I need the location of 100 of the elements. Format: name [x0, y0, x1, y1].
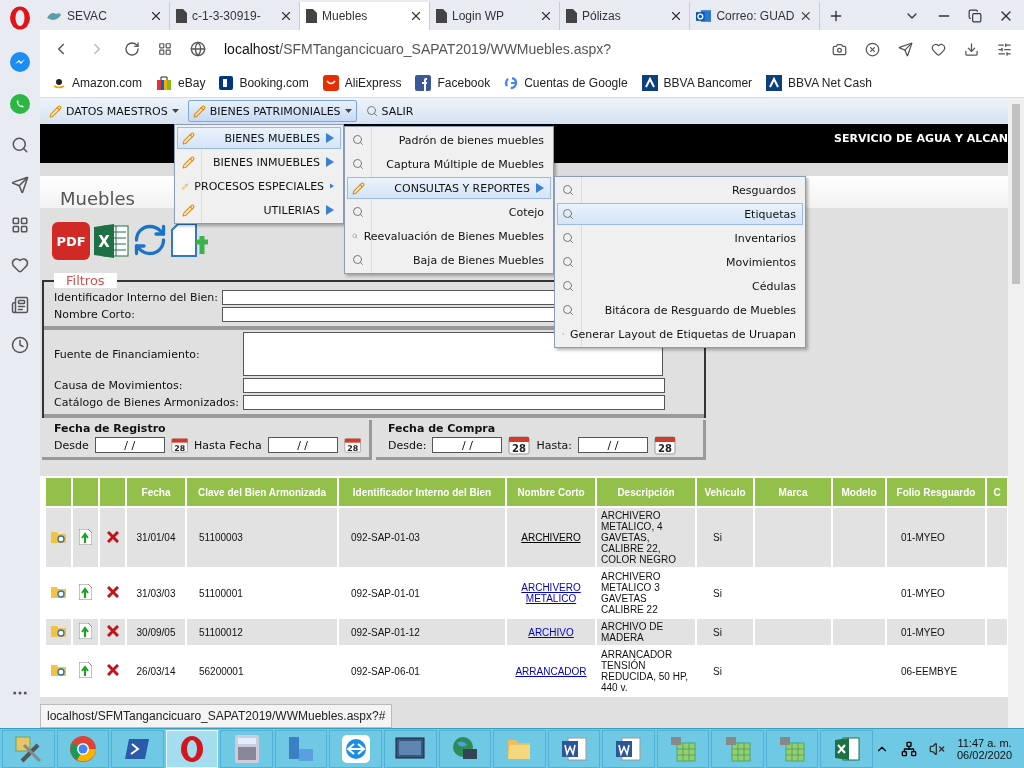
taskbar-button[interactable] [220, 729, 273, 768]
upload-file-icon[interactable] [79, 584, 92, 600]
menu-item[interactable]: Etiquetas [557, 203, 803, 225]
taskbar-button[interactable] [602, 729, 655, 768]
bookmark-link[interactable]: Amazon.com [72, 75, 143, 90]
menu-item[interactable]: UTILERIAS [177, 199, 341, 221]
delete-icon[interactable] [106, 664, 119, 676]
close-icon[interactable] [409, 9, 423, 23]
taskbar-button[interactable] [56, 729, 110, 768]
camera-icon[interactable] [832, 41, 847, 57]
bookmark-link[interactable]: BBVA Bancomer [663, 75, 753, 90]
folder-search-icon[interactable] [50, 585, 67, 599]
chat-bubble-icon[interactable] [10, 52, 30, 72]
bookmark-link[interactable]: Facebook [437, 75, 491, 90]
field-label: Desde [54, 438, 89, 452]
browser-tab[interactable]: Muebles [300, 2, 430, 30]
menu-item[interactable]: Resguardos [557, 179, 803, 201]
menu-item[interactable]: PROCESOS ESPECIALES [177, 175, 341, 197]
menu-item[interactable]: BIENES PATRIMONIALES [187, 100, 357, 122]
close-icon[interactable] [669, 9, 683, 23]
date-field[interactable]: / / [577, 437, 648, 453]
clock-icon[interactable] [11, 336, 29, 354]
item-link[interactable]: ARCHIVERO [511, 532, 591, 543]
clock[interactable]: 11:47 a. m. 06/02/2020 [957, 736, 1013, 761]
menu-item[interactable]: Reevaluación de Bienes Muebles [347, 225, 551, 247]
volume-muted-icon[interactable] [929, 740, 945, 757]
menu-item[interactable]: DATOS MAESTROS [44, 100, 184, 122]
menu-item[interactable]: Captura Múltiple de Muebles [347, 153, 551, 175]
calendar-button[interactable]: 28 [343, 435, 361, 455]
taskbar-button[interactable] [329, 729, 382, 768]
menu-item[interactable]: Inventarios [557, 227, 803, 249]
close-icon[interactable] [539, 9, 553, 23]
menu-item[interactable]: Bitácora de Resguardo de Muebles [557, 299, 803, 321]
input-field[interactable] [243, 378, 666, 393]
column-header [46, 478, 71, 506]
menu-item[interactable]: BIENES INMUEBLES [177, 151, 341, 173]
menu-item[interactable]: Baja de Bienes Muebles [347, 249, 551, 271]
send-icon[interactable] [898, 41, 913, 57]
pdf-button[interactable]: PDF [52, 222, 90, 260]
input-field[interactable] [243, 395, 666, 410]
taskbar-button[interactable] [438, 729, 492, 768]
network-icon[interactable] [901, 740, 917, 757]
grid-icon[interactable] [11, 216, 29, 234]
menu-item[interactable]: Cédulas [557, 275, 803, 297]
menu-item[interactable]: Generar Layout de Etiquetas de Uruapan [557, 323, 803, 345]
close-icon[interactable] [279, 9, 293, 23]
menu-item[interactable]: SALIR [360, 100, 419, 122]
block-icon[interactable] [865, 41, 880, 57]
table-cell: Si [697, 508, 753, 567]
menu-item[interactable]: Padrón de bienes muebles [347, 129, 551, 151]
taskbar-button[interactable] [2, 729, 55, 768]
calendar-button[interactable]: 28 [170, 435, 189, 455]
address-field[interactable]: localhost/SFMTangancicuaro_SAPAT2019/WWMuebles.aspx? [224, 41, 814, 57]
bookmark-link[interactable]: eBay [178, 75, 206, 90]
folder-search-icon[interactable] [50, 624, 67, 638]
upload-file-icon[interactable] [79, 662, 92, 678]
upload-file-icon[interactable] [79, 528, 92, 545]
grid-icon[interactable] [158, 42, 172, 56]
refresh-button[interactable] [132, 222, 168, 258]
news-icon[interactable] [11, 296, 29, 314]
item-link[interactable]: ARRANCADOR [511, 665, 591, 677]
calendar-button[interactable]: 28 [508, 435, 531, 455]
upload-file-icon[interactable] [79, 623, 92, 639]
delete-icon[interactable] [106, 530, 119, 543]
date-field[interactable]: / / [94, 437, 165, 453]
heart-icon[interactable] [931, 41, 946, 57]
bookmark-link[interactable]: Cuentas de Google [524, 75, 628, 90]
taskbar-button[interactable] [383, 729, 437, 768]
field-label: Hasta: [536, 438, 572, 452]
bookmark-link[interactable]: BBVA Net Cash [788, 75, 872, 90]
item-link[interactable]: ARCHIVERO METALICO [511, 582, 591, 604]
new-file-button[interactable] [170, 222, 210, 260]
download-icon[interactable] [964, 41, 979, 57]
menu-item[interactable]: Cotejo [347, 201, 551, 223]
bookmark-link[interactable]: AliExpress [344, 75, 402, 90]
close-icon[interactable] [149, 9, 163, 23]
scrollbar-thumb[interactable] [1012, 104, 1020, 284]
folder-search-icon[interactable] [50, 529, 67, 544]
menu-item[interactable]: Movimientos [557, 251, 803, 273]
new-tab-icon[interactable] [828, 8, 844, 24]
taskbar-button[interactable] [820, 729, 873, 768]
close-icon[interactable] [799, 9, 813, 23]
reload-icon[interactable] [124, 41, 140, 57]
delete-icon[interactable] [106, 586, 119, 598]
settings-icon[interactable] [997, 41, 1012, 57]
heart-icon[interactable] [11, 256, 29, 274]
bookmark-link[interactable]: Booking.com [239, 75, 309, 90]
folder-search-icon[interactable] [50, 663, 67, 677]
send-icon[interactable] [11, 176, 29, 194]
menu-item[interactable]: CONSULTAS Y REPORTES [347, 177, 551, 199]
menu-item[interactable]: BIENES MUEBLES [177, 127, 341, 149]
date-field[interactable]: / / [267, 437, 338, 453]
calendar-button[interactable]: 28 [653, 435, 676, 455]
delete-icon[interactable] [106, 625, 119, 637]
taskbar-button[interactable] [547, 729, 601, 768]
g-ring-icon [504, 75, 519, 90]
table-cell: 092-SAP-01-03 [339, 508, 505, 567]
taskbar-button[interactable] [111, 729, 164, 768]
restore-icon[interactable] [968, 9, 982, 23]
date-field[interactable]: / / [432, 437, 503, 453]
